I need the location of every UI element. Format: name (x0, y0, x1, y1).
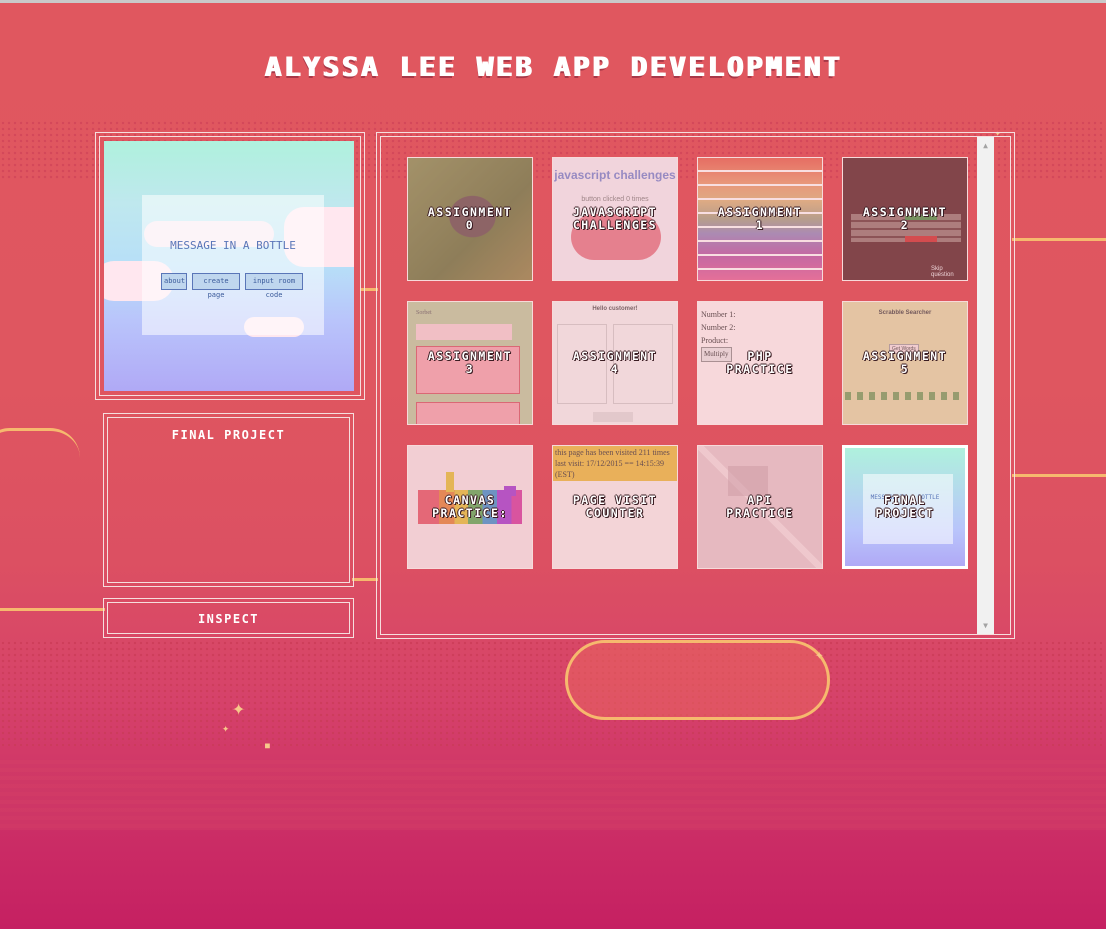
sparkle-icon: ✦ (222, 721, 230, 735)
tile-label: ASSIGNMENT 5 (862, 349, 948, 376)
preview-card: MESSAGE IN A BOTTLE about create page in… (142, 195, 324, 335)
preview-site-title: MESSAGE IN A BOTTLE (170, 239, 296, 252)
project-tile[interactable]: this page has been visited 211 times last… (552, 445, 678, 569)
inspect-button-label: INSPECT (197, 612, 260, 626)
tile-label: ASSIGNMENT 4 (572, 349, 658, 376)
project-tile[interactable]: Scrabble Searcher Get Words ASSIGNMENT 5 (842, 301, 968, 425)
tile-label: ASSIGNMENT 0 (427, 205, 513, 232)
preview-create-page-button: create page (192, 273, 240, 299)
cloud-outline (0, 608, 105, 611)
tile-label: ASSIGNMENT 2 (862, 205, 948, 232)
tile-label: PAGE VISIT COUNTER (572, 493, 658, 520)
cloud-outline (1012, 238, 1106, 241)
cloud-outline (565, 640, 830, 720)
browser-top-edge (0, 0, 1106, 3)
tile-label: JAVASCRIPT CHALLENGES (572, 205, 658, 232)
sparkle-icon: ✦ (232, 696, 246, 721)
cloud-outline (352, 578, 378, 581)
tile-label: FINAL PROJECT (875, 493, 935, 520)
scrollbar[interactable]: ▲ ▼ (977, 137, 994, 634)
sparkle-icon: ✦ (815, 647, 824, 663)
project-tile[interactable]: Hello customer! ASSIGNMENT 4 (552, 301, 678, 425)
project-preview[interactable]: MESSAGE IN A BOTTLE about create page in… (95, 132, 365, 400)
project-tile[interactable]: ASSIGNMENT 0 (407, 157, 533, 281)
project-name: FINAL PROJECT (171, 428, 286, 442)
cloud-outline (0, 428, 80, 468)
preview-about-button: about (161, 273, 187, 290)
page-title: ALYSSA LEE WEB APP DEVELOPMENT (264, 52, 842, 83)
project-tile[interactable]: API PRACTICE (697, 445, 823, 569)
background-dither (0, 640, 1106, 750)
cloud-outline (1012, 474, 1106, 477)
scroll-up-arrow[interactable]: ▲ (977, 137, 994, 154)
project-tile[interactable]: Number 1: Number 2: Product: Multiply PHP PR… (697, 301, 823, 425)
scroll-down-arrow[interactable]: ▼ (977, 617, 994, 634)
tile-label: CANVAS PRACTICE: (432, 493, 508, 520)
tile-label: API PRACTICE (726, 493, 794, 520)
project-tile[interactable]: Sorbet ASSIGNMENT 3 (407, 301, 533, 425)
gallery-scroll-area[interactable]: ASSIGNMENT 0 javascript challenges button … (381, 137, 994, 634)
project-tile[interactable]: javascript challenges button clicked 0 ti… (552, 157, 678, 281)
tile-label: PHP PRACTICE (726, 349, 794, 376)
inspect-button[interactable]: INSPECT (103, 598, 354, 638)
project-tile[interactable]: CANVAS PRACTICE: (407, 445, 533, 569)
project-tile[interactable]: ASSIGNMENT 1 (697, 157, 823, 281)
preview-room-code-button: input room code (245, 273, 303, 299)
project-tile[interactable]: Skip question ASSIGNMENT 2 (842, 157, 968, 281)
tile-label: ASSIGNMENT 1 (717, 205, 803, 232)
background-band (0, 760, 1106, 830)
preview-screenshot: MESSAGE IN A BOTTLE about create page in… (104, 141, 354, 391)
tile-label: ASSIGNMENT 3 (427, 349, 513, 376)
project-gallery: ASSIGNMENT 0 javascript challenges button … (376, 132, 1015, 639)
project-tile[interactable]: MESSAGE IN A BOTTLE FINAL PROJECT (842, 445, 968, 569)
project-details-panel: FINAL PROJECT (103, 413, 354, 587)
sparkle-icon: ■ (265, 741, 270, 750)
